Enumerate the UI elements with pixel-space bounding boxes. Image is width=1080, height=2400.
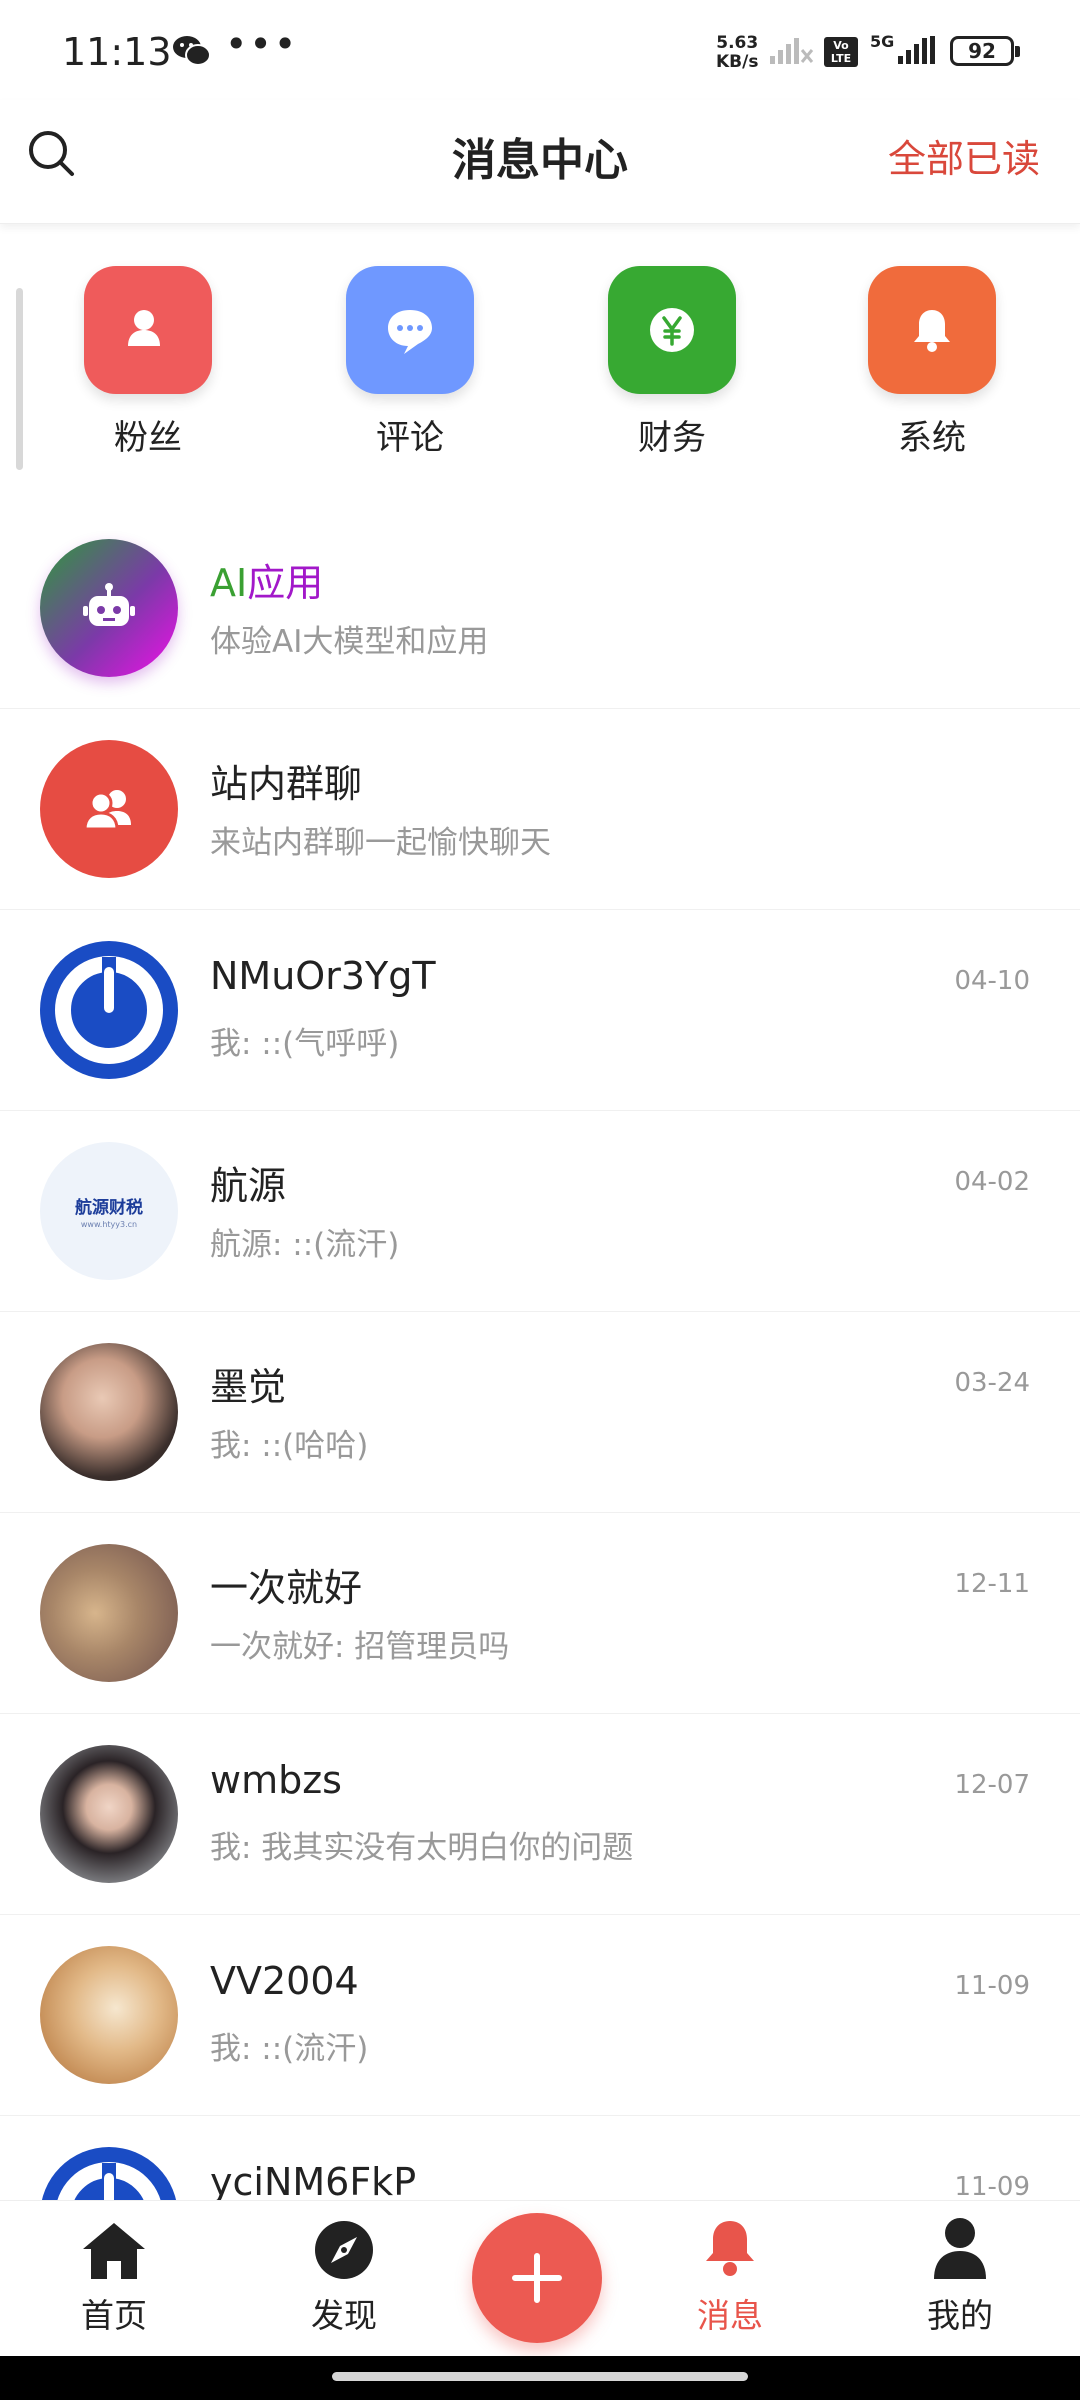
conversation-preview: 航源: ::(流汗) [210, 1227, 400, 1263]
bottom-nav: 首页 发现 消息 我的 [0, 2200, 1080, 2356]
nav-label: 发现 [311, 2296, 377, 2335]
header: 消息中心 全部已读 [0, 100, 1080, 224]
chat-bubble-icon [346, 266, 474, 394]
volte-badge: Vo LTE [824, 37, 858, 67]
list-item-ai-apps[interactable]: AI应用 体验AI大模型和应用 [0, 508, 1080, 709]
list-item-conversation[interactable]: 一次就好 一次就好: 招管理员吗 12-11 [0, 1513, 1080, 1714]
category-label: 系统 [898, 418, 966, 458]
user-add-icon [84, 266, 212, 394]
yen-coin-icon [608, 266, 736, 394]
conversation-name: yciNM6FkP [210, 2160, 417, 2204]
list-item-conversation[interactable]: VV2004 我: ::(流汗) 11-09 [0, 1915, 1080, 2116]
nav-discover[interactable]: 发现 [274, 2211, 414, 2337]
conversation-date: 04-10 [954, 966, 1030, 996]
nav-label: 消息 [697, 2296, 763, 2335]
mark-all-read-button[interactable]: 全部已读 [888, 128, 1040, 183]
avatar: 航源财税 www.htyy3.cn [40, 1142, 178, 1280]
battery-icon: 92 [950, 36, 1020, 66]
category-comments[interactable]: 评论 [330, 266, 490, 459]
user-icon [890, 2211, 1030, 2281]
conversation-name: VV2004 [210, 1959, 359, 2003]
avatar [40, 1745, 178, 1883]
nav-mine[interactable]: 我的 [890, 2211, 1030, 2337]
status-time: 11:13 [62, 30, 172, 74]
conversation-name: 墨觉 [210, 1365, 287, 1409]
home-indicator[interactable] [332, 2372, 748, 2381]
conversation-name: AI应用 [210, 561, 324, 605]
conversation-preview: 我: 我其实没有太明白你的问题 [210, 1830, 634, 1866]
list-item-conversation[interactable]: wmbzs 我: 我其实没有太明白你的问题 12-07 [0, 1714, 1080, 1915]
conversation-preview: 来站内群聊一起愉快聊天 [210, 825, 551, 861]
category-finance[interactable]: 财务 [592, 266, 752, 459]
list-item-conversation[interactable]: 航源财税 www.htyy3.cn 航源 航源: ::(流汗) 04-02 [0, 1111, 1080, 1312]
add-post-button[interactable] [472, 2213, 602, 2343]
compass-icon [274, 2211, 414, 2281]
category-bar: 粉丝 评论 财务 系统 [0, 240, 1080, 480]
group-icon [40, 740, 178, 878]
home-icon [44, 2211, 184, 2281]
conversation-name: 站内群聊 [210, 762, 363, 806]
conversation-name: wmbzs [210, 1758, 342, 1802]
conversation-name: NMuOr3YgT [210, 954, 436, 998]
wifi-signal-off-icon [768, 36, 814, 70]
conversation-preview: 我: ::(流汗) [210, 2031, 369, 2067]
category-fans[interactable]: 粉丝 [68, 266, 228, 459]
avatar [40, 1946, 178, 2084]
robot-icon [40, 539, 178, 677]
list-item-conversation[interactable]: NMuOr3YgT 我: ::(气呼呼) 04-10 [0, 910, 1080, 1111]
plus-icon [512, 2253, 562, 2303]
category-label: 财务 [638, 418, 706, 458]
avatar-logo-text: 航源财税 [75, 1198, 143, 1218]
category-label: 粉丝 [114, 418, 182, 458]
network-speed: 5.63 KB/s [716, 33, 759, 72]
conversation-date: 11-09 [954, 1971, 1030, 2001]
conversation-preview: 我: ::(气呼呼) [210, 1026, 400, 1062]
nav-label: 我的 [927, 2296, 993, 2335]
cell-signal-icon [896, 36, 938, 70]
nav-messages[interactable]: 消息 [660, 2211, 800, 2337]
nav-home[interactable]: 首页 [44, 2211, 184, 2337]
status-bar: 11:13 ••• 5.63 KB/s Vo LTE 5G 92 [0, 0, 1080, 100]
category-system[interactable]: 系统 [852, 266, 1012, 459]
message-list: AI应用 体验AI大模型和应用 站内群聊 来站内群聊一起愉快聊天 NMuOr3Y… [0, 508, 1080, 2317]
conversation-date: 03-24 [954, 1368, 1030, 1398]
list-item-group-chat[interactable]: 站内群聊 来站内群聊一起愉快聊天 [0, 709, 1080, 910]
category-label: 评论 [376, 418, 444, 458]
conversation-preview: 一次就好: 招管理员吗 [210, 1629, 510, 1665]
nav-label: 首页 [81, 2296, 147, 2335]
network-type: 5G [870, 32, 895, 51]
conversation-date: 04-02 [954, 1167, 1030, 1197]
avatar [40, 941, 178, 1079]
conversation-name: 一次就好 [210, 1566, 363, 1610]
conversation-date: 12-07 [954, 1770, 1030, 1800]
conversation-date: 11-09 [954, 2172, 1030, 2202]
wechat-icon [172, 34, 212, 68]
bell-icon [660, 2211, 800, 2281]
avatar [40, 1544, 178, 1682]
system-gesture-bar [0, 2356, 1080, 2400]
more-notifications-icon: ••• [225, 22, 299, 66]
bell-icon [868, 266, 996, 394]
list-item-conversation[interactable]: 墨觉 我: ::(哈哈) 03-24 [0, 1312, 1080, 1513]
conversation-date: 12-11 [954, 1569, 1030, 1599]
conversation-name: 航源 [210, 1164, 287, 1208]
conversation-preview: 体验AI大模型和应用 [210, 624, 489, 660]
conversation-preview: 我: ::(哈哈) [210, 1428, 369, 1464]
avatar-logo-subtext: www.htyy3.cn [80, 1220, 138, 1229]
avatar [40, 1343, 178, 1481]
